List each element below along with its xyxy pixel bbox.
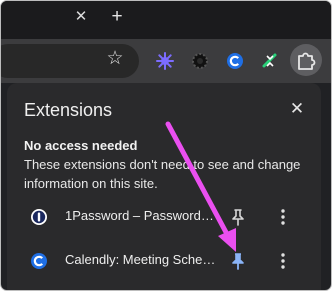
star-burst-icon[interactable] xyxy=(156,52,174,70)
section-description: These extensions don't need to see and c… xyxy=(24,157,301,191)
calendly-icon xyxy=(31,253,47,269)
new-tab-button[interactable]: + xyxy=(109,7,125,26)
section-title: No access needed xyxy=(24,138,138,153)
sparkle-icon[interactable] xyxy=(261,52,279,70)
extension-row-1password[interactable]: 1Password – Password Manager xyxy=(7,199,321,235)
close-tab-button[interactable]: ✕ xyxy=(73,9,89,25)
extensions-menu-button[interactable] xyxy=(290,44,322,76)
browser-toolbar: ☆ xyxy=(1,39,331,83)
pinned-icon[interactable] xyxy=(228,251,248,271)
more-options-icon[interactable] xyxy=(275,207,291,227)
pin-icon[interactable] xyxy=(228,207,248,227)
puzzle-icon xyxy=(298,52,316,70)
onepassword-icon xyxy=(31,209,47,225)
extension-row-calendly[interactable]: Calendly: Meeting Scheduling xyxy=(7,243,321,279)
panel-title: Extensions xyxy=(24,100,113,120)
close-panel-button[interactable]: ✕ xyxy=(287,99,307,119)
tab-strip: ✕ + xyxy=(1,1,331,39)
gear-blob-icon[interactable] xyxy=(191,52,209,70)
more-options-icon[interactable] xyxy=(275,251,291,271)
calendly-icon[interactable] xyxy=(226,52,244,70)
extension-name: Calendly: Meeting Scheduling xyxy=(65,252,217,267)
extensions-panel: Extensions ✕ No access needed These exte… xyxy=(7,83,321,290)
bookmark-star-icon[interactable]: ☆ xyxy=(105,49,125,69)
extension-name: 1Password – Password Manager xyxy=(65,208,217,223)
browser-window: ✕ + ☆ Extensions ✕ No access needed Thes… xyxy=(0,0,332,291)
